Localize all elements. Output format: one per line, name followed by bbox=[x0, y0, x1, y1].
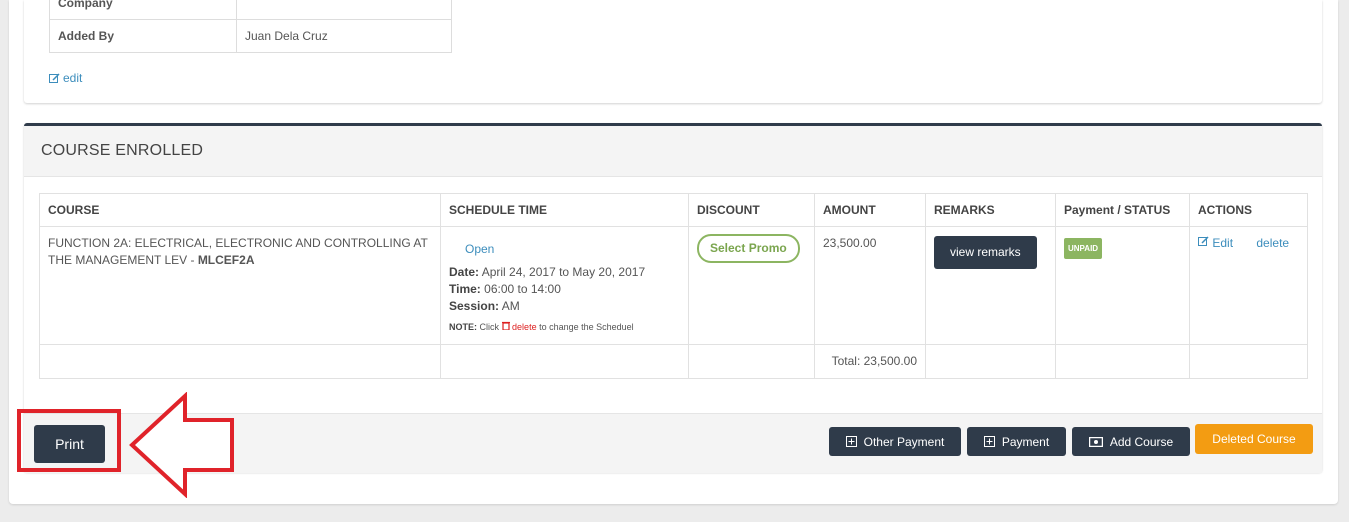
schedule-open-link[interactable]: Open bbox=[465, 241, 680, 258]
payment-button[interactable]: Payment bbox=[967, 427, 1066, 456]
amount-cell: 23,500.00 bbox=[814, 226, 926, 345]
company-value bbox=[236, 0, 452, 20]
schedule-note: NOTE: Click delete to change the Schedue… bbox=[449, 321, 634, 332]
col-course: COURSE bbox=[39, 193, 441, 227]
select-promo-button[interactable]: Select Promo bbox=[697, 234, 800, 263]
course-table-header: COURSE SCHEDULE TIME DISCOUNT AMOUNT REM… bbox=[39, 193, 1308, 227]
company-label: Company bbox=[49, 0, 237, 20]
edit-info-label: edit bbox=[63, 71, 83, 85]
col-remarks: REMARKS bbox=[925, 193, 1056, 227]
schedule-cell: Open Date: April 24, 2017 to May 20, 201… bbox=[440, 226, 689, 345]
info-table: Company Added By Juan Dela Cruz bbox=[49, 0, 452, 53]
status-badge: UNPAID bbox=[1064, 238, 1103, 259]
course-table: COURSE SCHEDULE TIME DISCOUNT AMOUNT REM… bbox=[39, 193, 1308, 379]
course-code: MLCEF2A bbox=[197, 253, 255, 267]
added-by-value: Juan Dela Cruz bbox=[236, 19, 452, 53]
col-actions: ACTIONS bbox=[1189, 193, 1308, 227]
status-cell: UNPAID bbox=[1055, 226, 1190, 345]
actions-cell: Edit delete bbox=[1189, 226, 1308, 345]
col-discount: DISCOUNT bbox=[688, 193, 815, 227]
highlight-box bbox=[17, 409, 121, 472]
delete-course-link[interactable]: delete bbox=[1256, 236, 1289, 250]
add-course-button[interactable]: Add Course bbox=[1072, 427, 1190, 456]
info-row-added-by: Added By Juan Dela Cruz bbox=[49, 19, 452, 53]
course-panel-title: COURSE ENROLLED bbox=[24, 126, 1322, 177]
edit-icon bbox=[49, 72, 60, 83]
note-delete-link[interactable]: delete bbox=[501, 321, 537, 332]
plus-square-icon bbox=[983, 436, 995, 447]
plus-square-icon bbox=[845, 436, 857, 447]
edit-info-link[interactable]: edit bbox=[49, 71, 82, 85]
col-amount: AMOUNT bbox=[814, 193, 926, 227]
left-arrow-annotation bbox=[129, 392, 234, 498]
remarks-cell: view remarks bbox=[925, 226, 1056, 345]
other-payment-button[interactable]: Other Payment bbox=[829, 427, 961, 456]
schedule-session: Session: AM bbox=[449, 299, 520, 313]
edit-course-link[interactable]: Edit bbox=[1198, 236, 1236, 250]
discount-cell: Select Promo bbox=[688, 226, 815, 345]
deleted-course-button[interactable]: Deleted Course bbox=[1195, 424, 1313, 454]
total-row: Total: 23,500.00 bbox=[39, 344, 1308, 379]
view-remarks-button[interactable]: view remarks bbox=[934, 236, 1037, 269]
added-by-label: Added By bbox=[49, 19, 237, 53]
course-cell: FUNCTION 2A: ELECTRICAL, ELECTRONIC AND … bbox=[39, 226, 441, 345]
trash-icon bbox=[501, 321, 510, 331]
schedule-time: Time: 06:00 to 14:00 bbox=[449, 282, 561, 296]
col-payment-status: Payment / STATUS bbox=[1055, 193, 1190, 227]
table-row: FUNCTION 2A: ELECTRICAL, ELECTRONIC AND … bbox=[39, 226, 1308, 345]
total-amount: Total: 23,500.00 bbox=[814, 344, 926, 379]
col-schedule-time: SCHEDULE TIME bbox=[440, 193, 689, 227]
schedule-date: Date: April 24, 2017 to May 20, 2017 bbox=[449, 265, 646, 279]
edit-icon bbox=[1198, 236, 1209, 246]
money-icon bbox=[1088, 436, 1103, 447]
info-row-company: Company bbox=[49, 0, 452, 20]
